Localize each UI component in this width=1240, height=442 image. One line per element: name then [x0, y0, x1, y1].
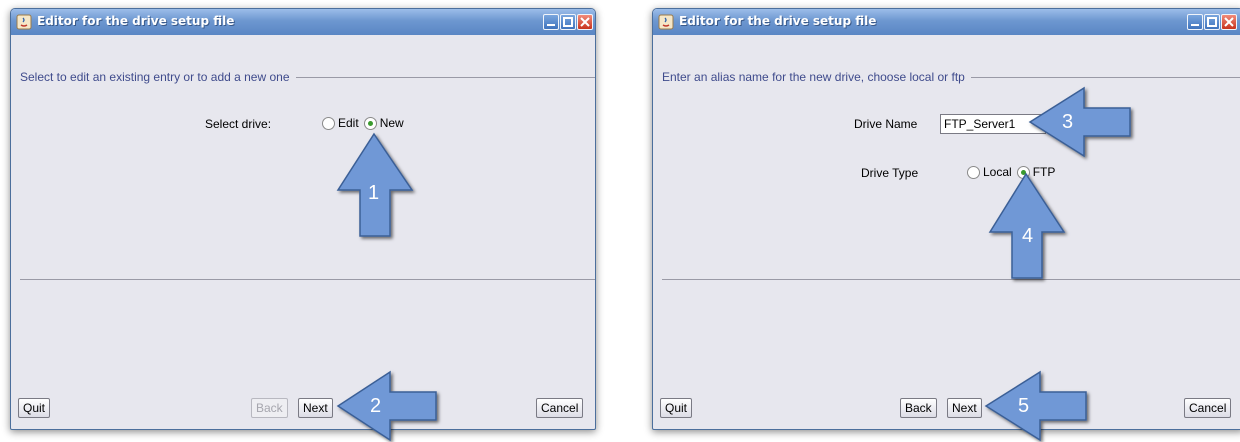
- maximize-icon[interactable]: [560, 14, 576, 30]
- close-icon[interactable]: [577, 14, 593, 30]
- callout-arrow-5: [984, 370, 1087, 442]
- back-button[interactable]: Back: [900, 398, 937, 418]
- divider-line: [662, 279, 1240, 280]
- drive-name-label: Drive Name: [854, 117, 918, 131]
- callout-number-4: 4: [1022, 225, 1034, 247]
- select-drive-label: Select drive:: [205, 117, 272, 131]
- minimize-icon[interactable]: [543, 14, 559, 30]
- callout-number-2: 2: [370, 395, 382, 417]
- back-button[interactable]: Back: [251, 398, 288, 418]
- minimize-icon[interactable]: [1187, 14, 1203, 30]
- java-app-icon: [658, 14, 674, 30]
- title-bar[interactable]: Editor for the drive setup file: [653, 9, 1240, 35]
- cancel-button[interactable]: Cancel: [536, 398, 584, 418]
- divider-line: [20, 279, 595, 280]
- radio-edit[interactable]: [322, 116, 335, 130]
- callout-arrow-3: [1028, 86, 1131, 158]
- callout-arrow-2: [336, 370, 437, 442]
- quit-button[interactable]: Quit: [18, 398, 51, 418]
- radio-edit-label[interactable]: Edit: [338, 116, 359, 130]
- close-icon[interactable]: [1221, 14, 1237, 30]
- left-editor-window: Editor for the drive setup file Select t…: [10, 8, 596, 430]
- callout-number-1: 1: [368, 182, 380, 204]
- drive-type-label: Drive Type: [861, 166, 919, 180]
- window-title: Editor for the drive setup file: [37, 14, 235, 28]
- window-body: Enter an alias name for the new drive, c…: [653, 35, 1240, 429]
- radio-new[interactable]: [363, 116, 377, 130]
- callout-number-5: 5: [1018, 395, 1030, 417]
- java-app-icon: [16, 14, 32, 30]
- section-label: Enter an alias name for the new drive, c…: [662, 70, 971, 84]
- right-editor-window: Editor for the drive setup file Enter an…: [652, 8, 1240, 430]
- quit-button[interactable]: Quit: [660, 398, 693, 418]
- drive-mode-radio-group: Edit New: [322, 116, 409, 130]
- title-bar[interactable]: Editor for the drive setup file: [11, 9, 595, 35]
- callout-number-3: 3: [1062, 111, 1074, 133]
- radio-new-label[interactable]: New: [380, 116, 404, 130]
- radio-local[interactable]: [967, 165, 980, 179]
- section-label: Select to edit an existing entry or to a…: [20, 70, 296, 84]
- maximize-icon[interactable]: [1204, 14, 1220, 30]
- next-button[interactable]: Next: [298, 398, 333, 418]
- next-button[interactable]: Next: [947, 398, 982, 418]
- window-body: Select to edit an existing entry or to a…: [11, 35, 595, 429]
- window-title: Editor for the drive setup file: [679, 14, 877, 28]
- cancel-button[interactable]: Cancel: [1184, 398, 1232, 418]
